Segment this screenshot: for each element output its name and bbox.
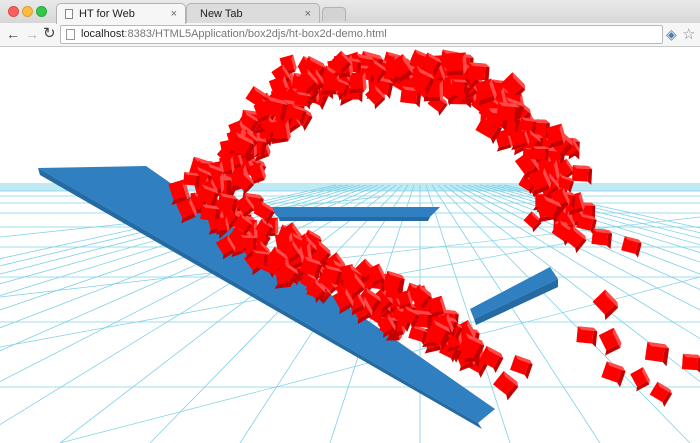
tab-title: New Tab (200, 8, 243, 20)
red-box (681, 353, 700, 374)
red-box (601, 361, 626, 388)
tab-new-tab[interactable]: New Tab × (186, 3, 320, 24)
url-path: :8383/HTML5Application/box2djs/ht-box2d-… (124, 28, 387, 40)
red-box (592, 289, 618, 321)
close-window-button[interactable] (8, 6, 19, 17)
new-tab-button[interactable] (322, 7, 346, 21)
middle-plank-side (278, 217, 430, 221)
scene-canvas[interactable] (0, 47, 700, 443)
red-box (510, 355, 533, 380)
red-box (630, 367, 650, 392)
tab-close-icon[interactable]: × (171, 4, 177, 24)
middle-plank-top (268, 207, 440, 217)
url-host: localhost (81, 28, 125, 40)
extension-cube-icon[interactable]: ◈ (666, 26, 677, 43)
maximize-window-button[interactable] (36, 6, 47, 17)
red-box (621, 236, 642, 258)
red-box (492, 370, 519, 401)
red-box (649, 381, 672, 407)
tab-close-icon[interactable]: × (305, 4, 311, 24)
tab-title: HT for Web (79, 8, 135, 20)
box2d-3d-scene[interactable] (0, 47, 700, 443)
page-icon (65, 9, 73, 19)
red-box (644, 341, 670, 367)
browser-toolbar: ← → ↻ localhost:8383/HTML5Application/bo… (0, 23, 700, 47)
forward-arrow-icon[interactable]: → (25, 25, 39, 43)
grid-line (491, 184, 700, 239)
address-bar[interactable]: localhost:8383/HTML5Application/box2djs/… (60, 25, 663, 44)
url-text[interactable]: localhost:8383/HTML5Application/box2djs/… (81, 28, 387, 40)
title-bar: HT for Web × New Tab × (0, 0, 700, 24)
tab-ht-for-web[interactable]: HT for Web × (56, 3, 186, 24)
minimize-window-button[interactable] (22, 6, 33, 17)
back-arrow-icon[interactable]: ← (6, 25, 20, 43)
red-box (576, 326, 598, 348)
page-icon (66, 29, 75, 40)
bookmark-star-icon[interactable]: ☆ (682, 25, 695, 43)
red-box (598, 327, 622, 356)
reload-icon[interactable]: ↻ (43, 25, 56, 43)
red-box (571, 165, 593, 185)
